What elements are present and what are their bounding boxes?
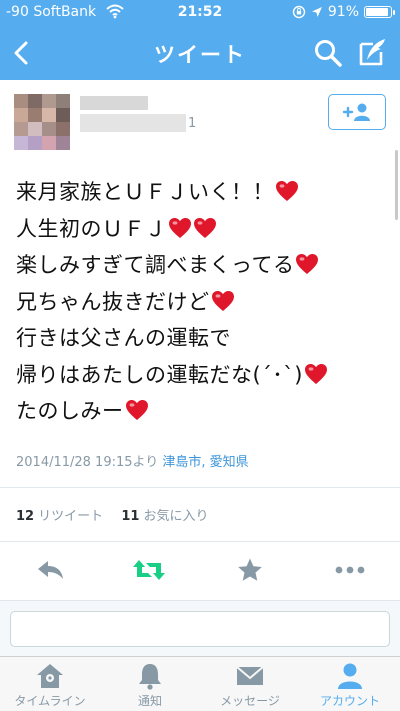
author-name-block[interactable]: 1 — [80, 96, 196, 136]
add-user-icon — [342, 103, 370, 121]
tweet-line-text: 人生初のＵＦＪ — [16, 216, 167, 241]
star-icon — [238, 558, 262, 581]
retweet-count: 12 — [16, 509, 35, 524]
tweet-timestamp: 2014/11/28 19:15より — [16, 455, 159, 470]
heart-icon — [125, 400, 148, 420]
author-display-name — [80, 96, 148, 110]
home-icon — [37, 664, 63, 688]
divider — [0, 541, 400, 542]
tab-account[interactable]: アカウント — [300, 657, 400, 711]
tab-notifications[interactable]: 通知 — [100, 657, 200, 711]
tweet-line: 人生初のＵＦＪ — [16, 211, 391, 248]
status-right-group: 91% — [292, 4, 395, 20]
reply-icon — [38, 561, 63, 579]
tweet-line: たのしみー — [16, 393, 391, 430]
tweet-text: 来月家族とＵＦＪいく！！ 人生初のＵＦＪ 楽しみすぎて調べまくってる 兄ちゃん抜きだけ… — [16, 174, 391, 430]
tweet-line-text: たのしみー — [16, 399, 124, 423]
tab-bar: タイムライン 通知 メッセージ アカウント — [0, 656, 400, 711]
location-arrow-icon — [311, 7, 322, 17]
tweet-meta: 2014/11/28 19:15より 津島市, 愛知県 — [16, 451, 249, 470]
avatar[interactable] — [14, 94, 70, 150]
heart-icon — [193, 217, 216, 238]
tab-messages[interactable]: メッセージ — [200, 657, 300, 711]
search-icon[interactable] — [313, 38, 343, 68]
tweet-author: 1 — [0, 80, 400, 160]
more-button[interactable] — [333, 555, 367, 585]
tab-label: 通知 — [137, 694, 162, 708]
heart-icon — [168, 217, 191, 238]
tweet-stats: 12 リツイート 11 お気に入り — [16, 505, 209, 524]
battery-icon — [364, 6, 395, 18]
battery-percent: 91% — [327, 4, 359, 20]
heart-icon — [276, 181, 298, 201]
author-handle — [80, 114, 186, 132]
tab-label: タイムライン — [14, 694, 86, 708]
reply-button[interactable] — [34, 555, 68, 585]
favorite-count: 11 — [121, 509, 140, 524]
rotation-lock-icon — [292, 5, 306, 19]
heart-icon — [211, 290, 234, 311]
favorite-stat[interactable]: 11 お気に入り — [121, 509, 208, 524]
nav-bar: ツイート — [0, 26, 400, 80]
tweet-line: 帰りはあたしの運転だな(ˊ･ˋ) — [16, 357, 391, 394]
favorite-label: お気に入り — [143, 509, 209, 524]
retweet-label: リツイート — [38, 509, 104, 524]
author-handle-tail: 1 — [188, 116, 197, 131]
follow-button[interactable] — [328, 94, 386, 130]
more-dots-icon — [335, 566, 365, 574]
heart-icon — [296, 254, 319, 274]
compose-icon[interactable] — [357, 36, 389, 68]
tweet-line-text: 行きは父さんの運転で — [16, 326, 231, 350]
battery-fill — [366, 8, 388, 16]
tab-label: アカウント — [319, 694, 380, 708]
bell-icon — [139, 664, 161, 690]
retweet-button[interactable] — [132, 555, 166, 585]
status-bar: -90 SoftBank 21:52 91% — [0, 0, 400, 26]
reply-bar — [0, 600, 400, 656]
reply-input[interactable] — [10, 611, 390, 647]
scroll-indicator — [395, 150, 398, 220]
tweet-line: 行きは父さんの運転で — [16, 320, 391, 357]
heart-icon — [304, 363, 327, 384]
divider — [0, 487, 400, 488]
tweet-line-text: 来月家族とＵＦＪいく！！ — [16, 180, 274, 204]
tweet-actions — [0, 545, 400, 595]
tweet-line: 楽しみすぎて調べまくってる — [16, 247, 391, 284]
tweet-line-text: 楽しみすぎて調べまくってる — [16, 253, 295, 277]
tab-label: メッセージ — [220, 694, 280, 708]
tab-timeline[interactable]: タイムライン — [0, 657, 100, 711]
retweet-icon — [133, 560, 165, 580]
tweet-line: 兄ちゃん抜きだけど — [16, 284, 391, 321]
favorite-button[interactable] — [233, 555, 267, 585]
tweet-line: 来月家族とＵＦＪいく！！ — [16, 174, 391, 211]
retweet-stat[interactable]: 12 リツイート — [16, 509, 103, 524]
tweet-location-link[interactable]: 津島市, 愛知県 — [162, 455, 248, 470]
envelope-icon — [236, 666, 264, 685]
person-icon — [338, 663, 362, 689]
top-bar: -90 SoftBank 21:52 91% ツイート — [0, 0, 400, 80]
tweet-line-text: 帰りはあたしの運転だな(ˊ･ˋ) — [16, 362, 303, 387]
tweet-line-text: 兄ちゃん抜きだけど — [16, 289, 210, 314]
